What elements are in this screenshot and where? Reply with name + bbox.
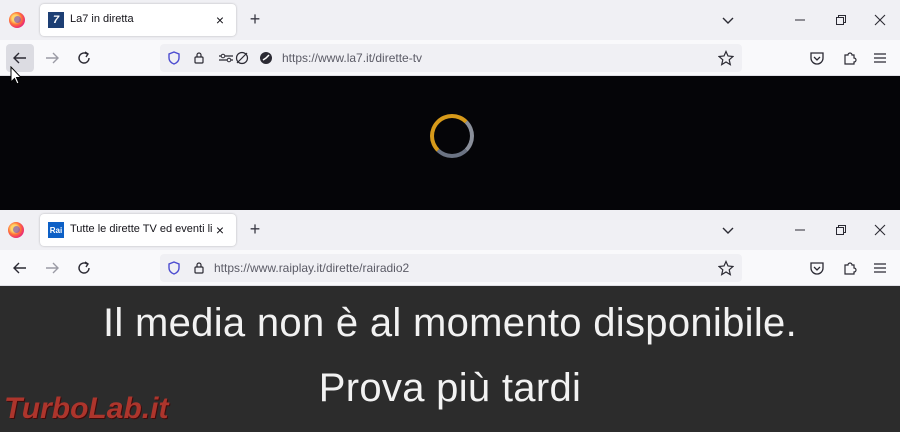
tab-close-icon[interactable]: ×: [212, 222, 228, 238]
list-all-tabs-icon[interactable]: [714, 216, 742, 244]
tracking-protection-shield-icon[interactable]: [160, 44, 188, 72]
hamburger-menu-icon[interactable]: [866, 254, 894, 282]
back-icon[interactable]: [6, 254, 34, 282]
video-player-loading: [0, 76, 900, 210]
lock-icon[interactable]: [185, 254, 213, 282]
browser-window-raiplay: Rai Tutte le dirette TV ed eventi live ×…: [0, 210, 900, 432]
url-bar[interactable]: https://www.raiplay.it/dirette/rairadio2: [160, 254, 742, 282]
tab-bar: 7 La7 in diretta × +: [0, 0, 900, 40]
extensions-puzzle-icon[interactable]: [836, 44, 864, 72]
pocket-icon[interactable]: [803, 44, 831, 72]
nav-bar: https://www.la7.it/dirette-tv: [0, 40, 900, 76]
close-window-icon[interactable]: [866, 216, 894, 244]
url-bar[interactable]: https://www.la7.it/dirette-tv: [160, 44, 742, 72]
browser-window-la7: 7 La7 in diretta × + https://www.la7.it/…: [0, 0, 900, 210]
restore-icon[interactable]: [827, 216, 855, 244]
close-window-icon[interactable]: [866, 6, 894, 34]
nav-bar: https://www.raiplay.it/dirette/rairadio2: [0, 250, 900, 286]
lock-icon[interactable]: [185, 44, 213, 72]
forward-icon[interactable]: [38, 44, 66, 72]
tracking-protection-shield-icon[interactable]: [160, 254, 188, 282]
reload-icon[interactable]: [70, 44, 98, 72]
forward-icon[interactable]: [38, 254, 66, 282]
url-text[interactable]: https://www.la7.it/dirette-tv: [282, 51, 422, 65]
tab-title: Tutte le dirette TV ed eventi live: [70, 223, 212, 235]
tab-title: La7 in diretta: [70, 13, 134, 25]
firefox-menu-icon[interactable]: [9, 12, 25, 28]
url-text[interactable]: https://www.raiplay.it/dirette/rairadio2: [214, 261, 409, 275]
rai-favicon-icon: Rai: [48, 222, 64, 238]
bookmark-star-icon[interactable]: [712, 44, 740, 72]
restore-icon[interactable]: [827, 6, 855, 34]
pocket-icon[interactable]: [803, 254, 831, 282]
tab-la7[interactable]: 7 La7 in diretta ×: [40, 4, 236, 36]
new-tab-button[interactable]: +: [246, 220, 264, 239]
firefox-menu-icon[interactable]: [8, 222, 24, 238]
site-info-icon[interactable]: [252, 44, 280, 72]
error-message-line1: Il media non è al momento disponibile.: [102, 301, 798, 345]
turbolab-watermark: TurboLab.it: [4, 392, 169, 425]
bookmark-star-icon[interactable]: [712, 254, 740, 282]
tab-bar: Rai Tutte le dirette TV ed eventi live ×…: [0, 210, 900, 250]
extensions-puzzle-icon[interactable]: [836, 254, 864, 282]
mouse-cursor-icon: [10, 65, 23, 91]
reload-icon[interactable]: [70, 254, 98, 282]
new-tab-button[interactable]: +: [246, 10, 264, 29]
tab-raiplay[interactable]: Rai Tutte le dirette TV ed eventi live ×: [40, 214, 236, 246]
list-all-tabs-icon[interactable]: [714, 6, 742, 34]
la7-favicon-icon: 7: [48, 12, 64, 28]
loading-spinner-icon: [430, 114, 474, 158]
tab-close-icon[interactable]: ×: [212, 12, 228, 28]
minimize-icon[interactable]: [786, 6, 814, 34]
minimize-icon[interactable]: [786, 216, 814, 244]
hamburger-menu-icon[interactable]: [866, 44, 894, 72]
